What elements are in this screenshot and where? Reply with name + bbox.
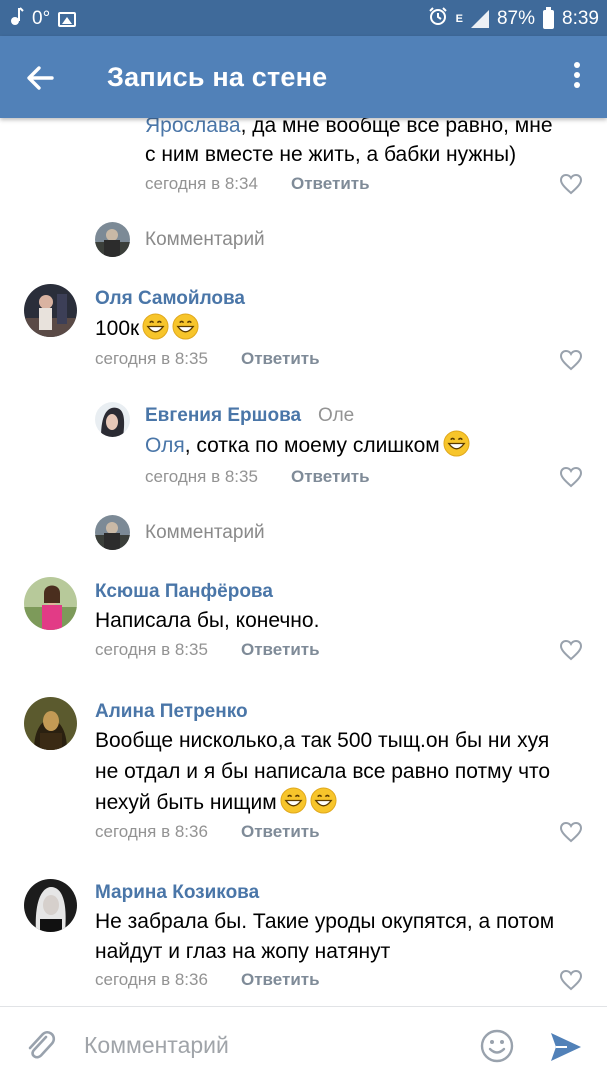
avatar[interactable] <box>24 284 77 337</box>
comment-text: Написала бы, конечно. <box>95 609 320 632</box>
comment-text: Не забрала бы. Такие уроды окупятся, а п… <box>95 910 555 933</box>
music-note-icon <box>10 6 24 32</box>
comment-date: сегодня в 8:34 <box>145 174 258 193</box>
comments-list[interactable]: Ярослава, да мне вообще все равно, мне с… <box>0 118 607 1006</box>
comment-text: Ярослава, да мне вообще все равно, мне <box>145 118 553 141</box>
reply-button[interactable]: Ответить <box>241 822 320 842</box>
clock-text: 8:39 <box>562 8 599 29</box>
comment-input[interactable] <box>84 1029 464 1061</box>
attach-button[interactable] <box>22 1027 58 1063</box>
grinning-emoji-icon <box>443 430 470 457</box>
add-comment-link[interactable]: Комментарий <box>145 229 265 251</box>
app-bar: Запись на стене <box>0 36 607 118</box>
comment-text: нехуй быть нищим <box>95 787 337 818</box>
like-heart-icon[interactable] <box>559 466 583 488</box>
like-heart-icon[interactable] <box>559 639 583 661</box>
grinning-emoji-icon <box>142 313 169 340</box>
current-user-avatar <box>95 515 130 550</box>
comment-date: сегодня в 8:35 <box>95 349 208 368</box>
reply-button[interactable]: Ответить <box>291 467 370 487</box>
back-arrow-icon <box>27 66 54 90</box>
comment-text: 100к <box>95 313 199 344</box>
gallery-notification-icon <box>58 11 77 27</box>
reply-button[interactable]: Ответить <box>241 640 320 660</box>
network-type-text: E <box>455 13 463 25</box>
avatar[interactable] <box>24 577 77 630</box>
grinning-emoji-icon <box>310 787 337 814</box>
emoji-picker-button[interactable] <box>479 1028 515 1064</box>
like-heart-icon[interactable] <box>559 821 583 843</box>
comment-author-name[interactable]: Евгения Ершова <box>145 405 301 427</box>
temperature-text: 0° <box>32 8 51 29</box>
avatar[interactable] <box>95 402 130 437</box>
comment-author-name[interactable]: Марина Козикова <box>95 882 259 904</box>
comment-date: сегодня в 8:35 <box>95 640 208 659</box>
comment-text: найдут и глаз на жопу натянут <box>95 940 391 963</box>
comment-text: Оля, сотка по моему слишком <box>145 430 470 461</box>
reply-button[interactable]: Ответить <box>241 349 320 369</box>
signal-icon <box>470 10 489 28</box>
like-heart-icon[interactable] <box>559 173 583 195</box>
comment-text: не отдал и я бы написала все равно потму… <box>95 760 551 783</box>
like-heart-icon[interactable] <box>559 349 583 371</box>
comment-date: сегодня в 8:35 <box>145 467 258 486</box>
page-title: Запись на стене <box>107 62 328 92</box>
alarm-icon <box>428 6 448 32</box>
add-comment-link[interactable]: Комментарий <box>145 522 265 544</box>
more-options-button[interactable] <box>565 58 589 98</box>
back-button[interactable] <box>18 56 62 100</box>
mention-link[interactable]: Оля <box>145 434 185 457</box>
current-user-avatar <box>95 222 130 257</box>
comment-date: сегодня в 8:36 <box>95 822 208 841</box>
reply-to-name[interactable]: Оле <box>318 405 354 427</box>
send-button[interactable] <box>549 1031 583 1063</box>
reply-button[interactable]: Ответить <box>291 174 370 194</box>
mention-link[interactable]: Ярослава <box>145 118 241 137</box>
avatar[interactable] <box>24 697 77 750</box>
battery-percent-text: 87% <box>496 8 536 29</box>
comment-author-name[interactable]: Ксюша Панфёрова <box>95 581 273 603</box>
smiley-icon <box>480 1029 514 1063</box>
comment-date: сегодня в 8:36 <box>95 970 208 989</box>
comment-author-name[interactable]: Алина Петренко <box>95 701 248 723</box>
more-dots-icon <box>574 62 580 68</box>
reply-button[interactable]: Ответить <box>241 970 320 990</box>
battery-icon <box>543 6 555 29</box>
send-arrow-icon <box>551 1033 581 1061</box>
grinning-emoji-icon <box>280 787 307 814</box>
like-heart-icon[interactable] <box>559 969 583 991</box>
comment-text: Вообще нисколько,а так 500 тыщ.он бы ни … <box>95 729 550 752</box>
paperclip-icon <box>28 1031 56 1059</box>
status-bar: 0° E 87% 8:39 <box>0 0 607 36</box>
avatar[interactable] <box>24 879 77 932</box>
comment-composer <box>0 1006 607 1080</box>
comment-text: с ним вместе не жить, а бабки нужны) <box>145 143 517 166</box>
comment-author-name[interactable]: Оля Самойлова <box>95 288 245 310</box>
grinning-emoji-icon <box>172 313 199 340</box>
